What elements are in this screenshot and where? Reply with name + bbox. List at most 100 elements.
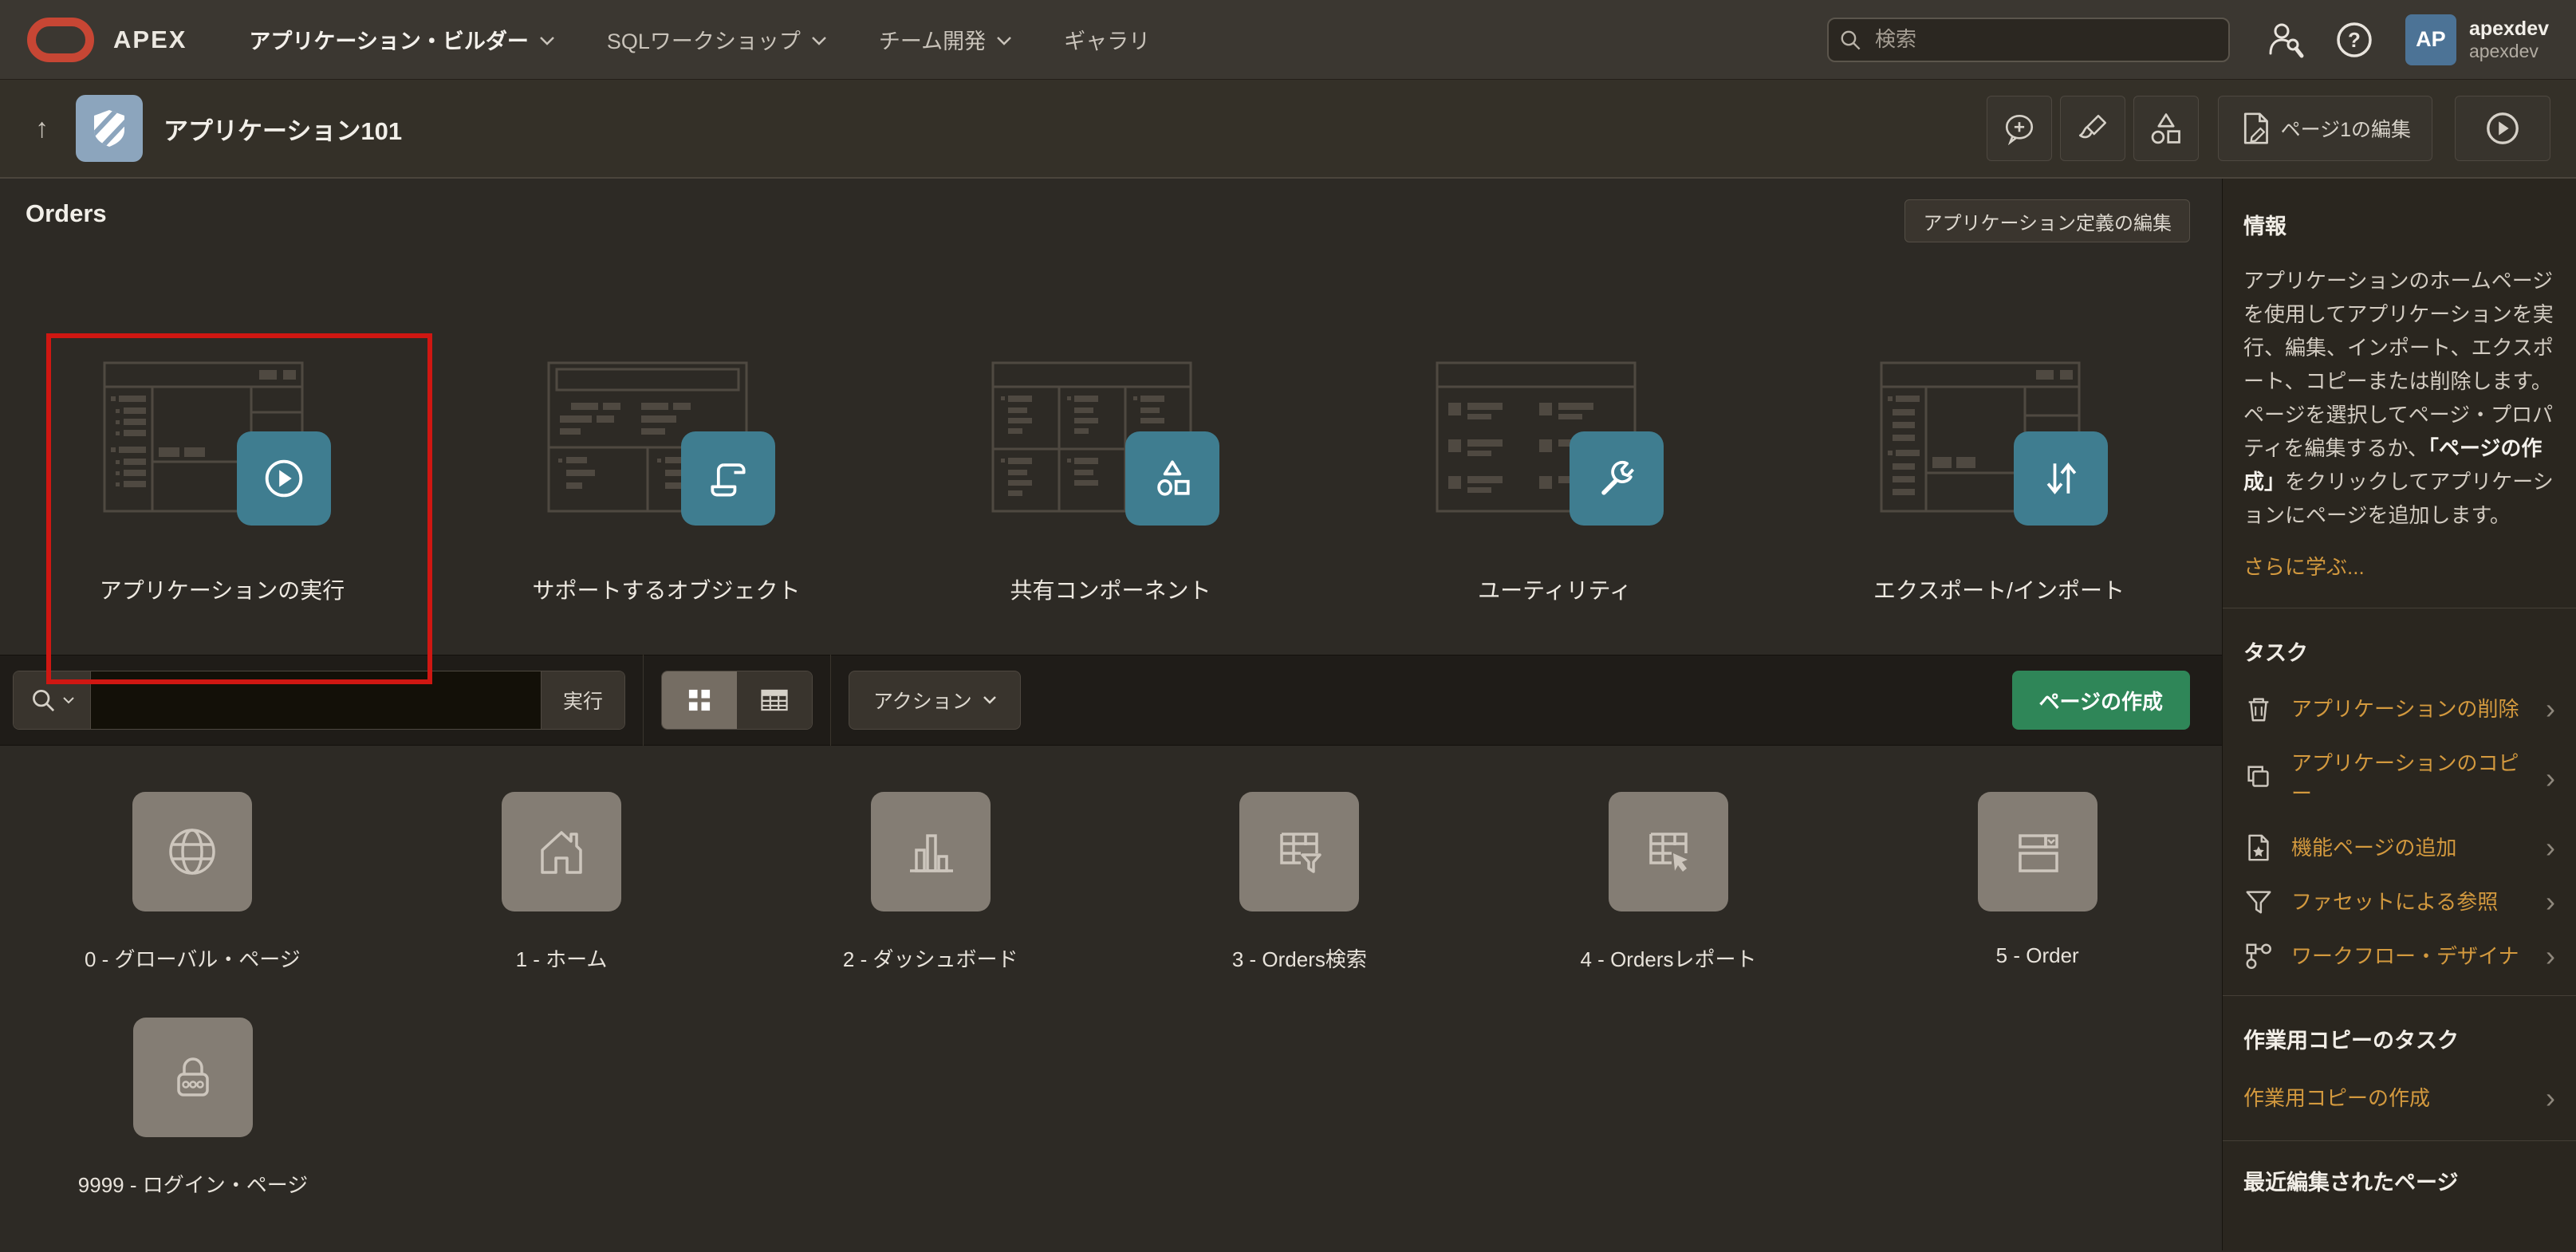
play-icon: [2484, 110, 2521, 147]
recent-pages-title: 最近編集されたページ: [2243, 1165, 2555, 1196]
view-toggle: [661, 671, 813, 730]
shared-components-button[interactable]: [2133, 96, 2199, 161]
card-label: 共有コンポーネント: [1010, 573, 1211, 605]
topbar-right-cluster: ? AP apexdev apexdev: [1827, 14, 2549, 65]
user-wrench-icon: [2265, 20, 2305, 60]
grid-view-icon: [685, 686, 714, 715]
page-tile: [132, 792, 252, 911]
search-icon: [1838, 28, 1862, 52]
appbar-actions: ページ1の編集: [1987, 96, 2550, 161]
brush-icon: [2076, 112, 2109, 145]
working-copy-title: 作業用コピーのタスク: [2243, 1023, 2555, 1054]
global-search: [1827, 18, 2230, 62]
page-edit-icon: [2239, 111, 2271, 146]
task-label: アプリケーションのコピー: [2291, 748, 2528, 809]
application-icon[interactable]: [76, 95, 143, 162]
chevron-right-icon: ›: [2546, 942, 2555, 970]
task-browse-by-facets[interactable]: ファセットによる参照 ›: [2243, 887, 2555, 917]
card-supporting-objects[interactable]: サポートするオブジェクト: [444, 333, 888, 605]
icon-view-button[interactable]: [662, 671, 737, 729]
form-icon: [2006, 820, 2070, 884]
edit-application-definition-button[interactable]: アプリケーション定義の編集: [1904, 199, 2190, 242]
card-shared-components[interactable]: 共有コンポーネント: [888, 333, 1333, 605]
run-application-button[interactable]: [2455, 96, 2550, 161]
apex-brand: APEX: [113, 26, 187, 54]
task-workflow-designer[interactable]: ワークフロー・デザイナ ›: [2243, 941, 2555, 971]
menu-sql-workshop[interactable]: SQLワークショップ: [607, 24, 826, 55]
table-view-icon: [759, 685, 790, 715]
go-button[interactable]: 実行: [542, 671, 624, 729]
working-copy-section: 作業用コピーのタスク 作業用コピーの作成 ›: [2223, 996, 2576, 1113]
learn-more-link[interactable]: さらに学ぶ...: [2243, 551, 2365, 581]
working-copy-link-label: 作業用コピーの作成: [2243, 1083, 2546, 1113]
help-button[interactable]: ?: [2335, 21, 2373, 59]
page-item-4[interactable]: 4 - Ordersレポート: [1484, 792, 1853, 973]
admin-tools-button[interactable]: [2265, 20, 2305, 60]
user-avatar[interactable]: AP: [2405, 14, 2456, 65]
page-item-2[interactable]: 2 - ダッシュボード: [746, 792, 1115, 973]
user-name: apexdev: [2469, 18, 2549, 41]
menu-team-dev-label: チーム開発: [879, 24, 986, 55]
page-item-0[interactable]: 0 - グローバル・ページ: [8, 792, 377, 973]
info-title: 情報: [2243, 209, 2555, 240]
supporting-objects-icon: [681, 431, 775, 526]
info-text: アプリケーションのホームページを使用してアプリケーションを実行、編集、インポート…: [2243, 264, 2555, 532]
card-run-application[interactable]: アプリケーションの実行: [0, 333, 444, 605]
actions-menu-button[interactable]: アクション: [849, 671, 1021, 730]
page-filter-input[interactable]: [90, 671, 542, 729]
funnel-icon: [2243, 887, 2274, 917]
recent-pages-section: 最近編集されたページ: [2223, 1141, 2576, 1196]
main-content: Orders アプリケーション定義の編集: [0, 179, 2222, 1250]
search-icon: [30, 687, 57, 714]
task-delete-application[interactable]: アプリケーションの削除 ›: [2243, 694, 2555, 724]
edit-page-button[interactable]: ページ1の編集: [2218, 96, 2432, 161]
export-import-icon: [2014, 431, 2108, 526]
page-label: 9999 - ログイン・ページ: [78, 1169, 308, 1199]
grid-cursor-icon: [1637, 820, 1700, 884]
toolbar-divider: [830, 655, 831, 746]
oracle-logo-icon: [27, 18, 94, 62]
report-view-button[interactable]: [737, 671, 812, 729]
page-item-9999[interactable]: 9999 - ログイン・ページ: [8, 1018, 378, 1199]
page-item-5[interactable]: 5 - Order: [1853, 792, 2222, 973]
user-info[interactable]: apexdev apexdev: [2469, 18, 2549, 61]
card-label: エクスポート/インポート: [1873, 573, 2125, 605]
menu-gallery[interactable]: ギャラリ: [1064, 24, 1150, 55]
page-item-3[interactable]: 3 - Orders検索: [1115, 792, 1484, 973]
search-input[interactable]: [1827, 18, 2230, 62]
info-text-part1: アプリケーションのホームページを使用してアプリケーションを実行、編集、インポート…: [2243, 269, 2554, 460]
chevron-right-icon: ›: [2546, 888, 2555, 916]
workflow-icon: [2243, 941, 2274, 971]
menu-app-builder[interactable]: アプリケーション・ビルダー: [249, 24, 553, 55]
copy-icon: [2243, 763, 2274, 793]
create-page-button[interactable]: ページの作成: [2012, 671, 2190, 730]
right-sidebar: 情報 アプリケーションのホームページを使用してアプリケーションを実行、編集、イン…: [2222, 179, 2576, 1250]
card-label: ユーティリティ: [1478, 573, 1632, 605]
page-label: 1 - ホーム: [516, 943, 608, 973]
shapes-icon: [2149, 111, 2184, 146]
up-arrow-icon[interactable]: ↑: [35, 113, 49, 144]
card-export-import[interactable]: エクスポート/インポート: [1777, 333, 2221, 605]
comment-plus-icon: [2003, 112, 2036, 145]
actions-label: アクション: [873, 686, 972, 715]
home-icon: [530, 820, 593, 884]
customize-theme-button[interactable]: [2060, 96, 2125, 161]
menu-app-builder-label: アプリケーション・ビルダー: [249, 24, 528, 55]
main-menu: アプリケーション・ビルダー SQLワークショップ チーム開発 ギャラリ: [249, 24, 1150, 55]
page-item-1[interactable]: 1 - ホーム: [377, 792, 746, 973]
application-title: アプリケーション101: [163, 111, 402, 147]
page-tile: [1609, 792, 1728, 911]
add-comment-button[interactable]: [1987, 96, 2052, 161]
task-copy-application[interactable]: アプリケーションのコピー ›: [2243, 748, 2555, 809]
page-title: Orders: [26, 199, 107, 228]
task-add-feature-page[interactable]: 機能ページの追加 ›: [2243, 833, 2555, 863]
create-working-copy-link[interactable]: 作業用コピーの作成 ›: [2243, 1083, 2555, 1113]
utilities-icon: [1570, 431, 1664, 526]
search-scope-button[interactable]: [14, 671, 90, 729]
menu-sql-workshop-label: SQLワークショップ: [607, 24, 801, 55]
page-label: 5 - Order: [1996, 943, 2079, 968]
menu-team-dev[interactable]: チーム開発: [879, 24, 1011, 55]
application-cards: アプリケーションの実行: [0, 333, 2222, 605]
card-utilities[interactable]: ユーティリティ: [1333, 333, 1777, 605]
card-label: アプリケーションの実行: [100, 573, 345, 605]
